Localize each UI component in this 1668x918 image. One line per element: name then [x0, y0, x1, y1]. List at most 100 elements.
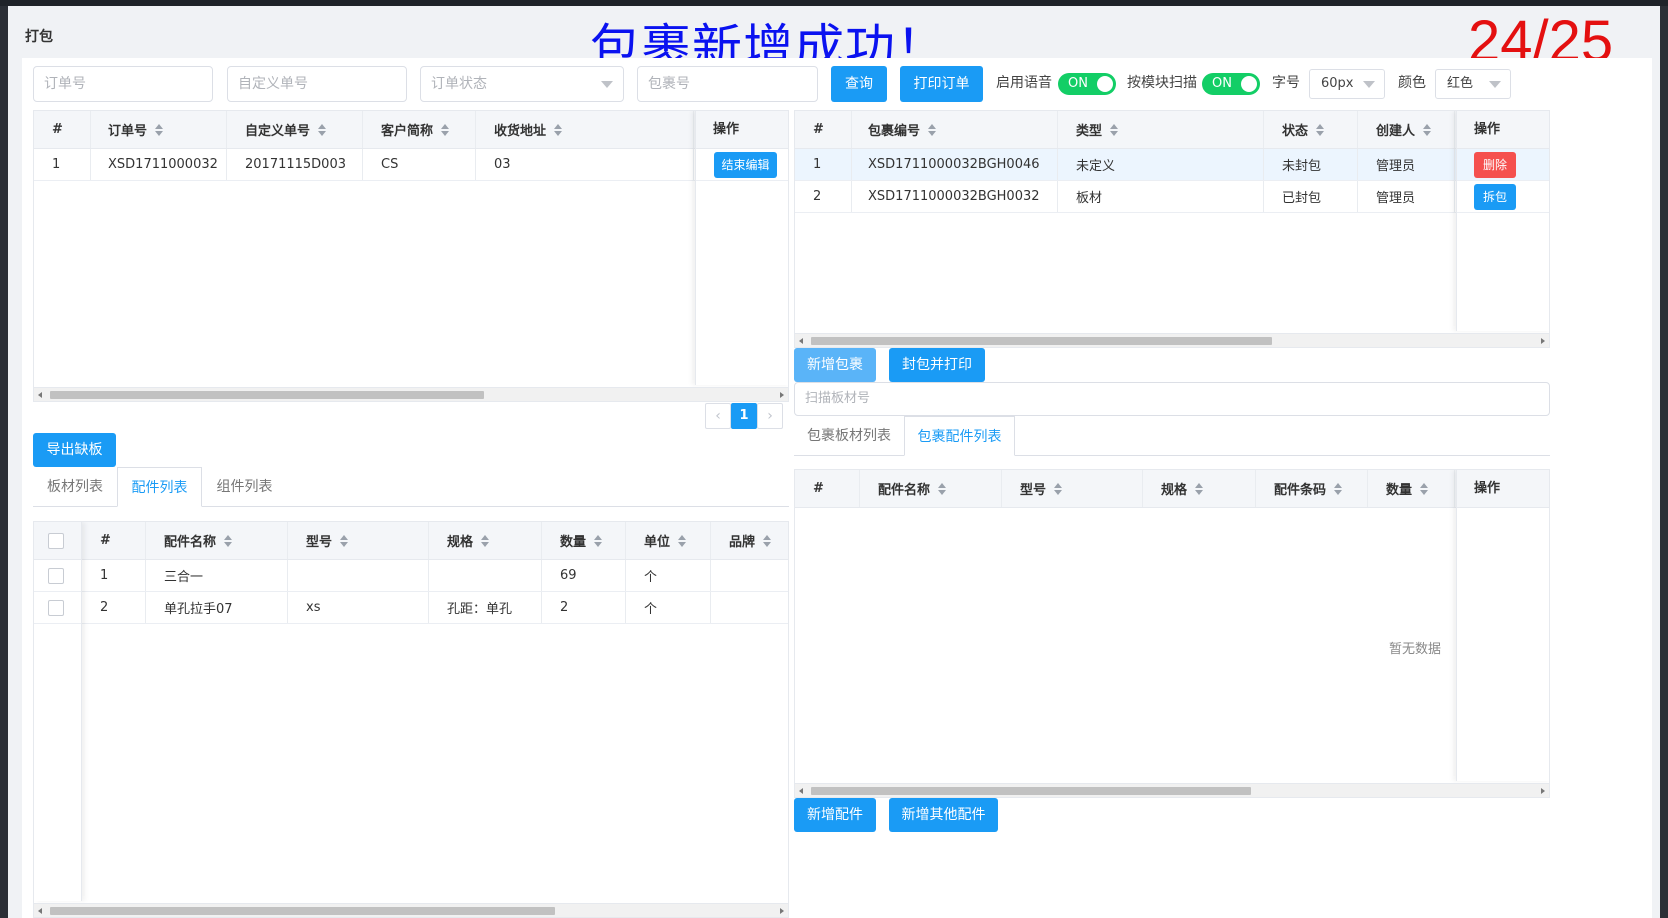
sort-icon[interactable] [928, 123, 937, 136]
scrollbar-thumb[interactable] [50, 907, 555, 915]
scrollbar-thumb[interactable] [811, 337, 1272, 345]
parts-horizontal-scrollbar[interactable] [34, 903, 788, 917]
col-unit[interactable]: 单位 [626, 522, 711, 559]
pager-next-button[interactable]: › [757, 403, 783, 429]
table-row[interactable]: 1 XSD1711000032BGH0046 未定义 未封包 管理员 [795, 149, 1549, 181]
col-index[interactable]: # [795, 470, 860, 507]
sort-icon[interactable] [594, 534, 603, 547]
col-status[interactable]: 状态 [1264, 111, 1358, 148]
cell-spec: 孔距：单孔 [429, 592, 542, 623]
sort-icon[interactable] [481, 534, 490, 547]
table-row[interactable]: 1 三合一 69 个 [34, 560, 788, 592]
orders-horizontal-scrollbar[interactable] [34, 387, 788, 401]
table-row[interactable]: 2 XSD1711000032BGH0032 板材 已封包 管理员 [795, 181, 1549, 213]
module-scan-switch[interactable]: ON [1202, 73, 1260, 95]
sort-icon[interactable] [1316, 123, 1325, 136]
scroll-right-arrow-icon[interactable] [1541, 788, 1545, 794]
sort-icon[interactable] [678, 534, 687, 547]
scroll-left-arrow-icon[interactable] [38, 908, 42, 914]
scroll-left-arrow-icon[interactable] [38, 392, 42, 398]
select-all-checkbox[interactable] [48, 533, 64, 549]
scroll-right-arrow-icon[interactable] [780, 908, 784, 914]
scrollbar-thumb[interactable] [811, 787, 1251, 795]
col-index[interactable]: # [795, 111, 852, 148]
scan-board-input[interactable]: 扫描板材号 [794, 382, 1550, 416]
col-part-name[interactable]: 配件名称 [146, 522, 288, 559]
sort-icon[interactable] [318, 123, 327, 136]
table-row[interactable]: 1 XSD1711000032 20171115D003 CS 03 [34, 149, 788, 181]
add-part-button[interactable]: 新增配件 [794, 798, 876, 832]
tab-package-boards[interactable]: 包裹板材列表 [794, 416, 904, 456]
sort-icon[interactable] [1420, 482, 1429, 495]
col-address[interactable]: 收货地址 [476, 111, 694, 148]
sort-icon[interactable] [441, 123, 450, 136]
font-size-select[interactable]: 60px [1309, 69, 1385, 99]
color-select[interactable]: 红色 [1435, 69, 1511, 99]
scroll-right-arrow-icon[interactable] [780, 392, 784, 398]
export-missing-board-button[interactable]: 导出缺板 [33, 433, 116, 467]
module-scan-label: 按模块扫描 [1127, 75, 1197, 91]
add-package-button[interactable]: 新增包裹 [794, 348, 876, 382]
sort-icon[interactable] [1054, 482, 1063, 495]
cell-qty: 69 [542, 560, 626, 591]
col-model[interactable]: 型号 [288, 522, 429, 559]
table-row[interactable]: 2 单孔拉手07 xs 孔距：单孔 2 个 [34, 592, 788, 624]
voice-switch[interactable]: ON [1058, 73, 1116, 95]
col-spec[interactable]: 规格 [1143, 470, 1256, 507]
select-cell [34, 560, 81, 592]
print-order-button[interactable]: 打印订单 [900, 66, 983, 102]
sort-icon[interactable] [1334, 482, 1343, 495]
sort-icon[interactable] [1423, 123, 1432, 136]
cell-qty: 2 [542, 592, 626, 623]
order-no-input[interactable]: 订单号 [33, 66, 213, 102]
order-status-select[interactable]: 订单状态 [420, 66, 624, 102]
tab-package-parts[interactable]: 包裹配件列表 [904, 416, 1015, 456]
voice-switch-text: ON [1068, 76, 1088, 91]
scroll-right-arrow-icon[interactable] [1541, 338, 1545, 344]
row-checkbox[interactable] [48, 600, 64, 616]
col-index[interactable]: # [82, 522, 146, 559]
col-qty[interactable]: 数量 [1368, 470, 1455, 507]
col-creator[interactable]: 创建人 [1358, 111, 1455, 148]
col-type[interactable]: 类型 [1058, 111, 1264, 148]
query-button[interactable]: 查询 [831, 66, 887, 102]
sort-icon[interactable] [554, 123, 563, 136]
package-parts-horizontal-scrollbar[interactable] [795, 783, 1549, 797]
tab-parts-list[interactable]: 配件列表 [117, 467, 202, 507]
col-index[interactable]: # [34, 111, 91, 148]
scrollbar-thumb[interactable] [50, 391, 484, 399]
seal-and-print-button[interactable]: 封包并打印 [889, 348, 985, 382]
sort-icon[interactable] [340, 534, 349, 547]
packages-horizontal-scrollbar[interactable] [795, 333, 1549, 347]
delete-package-button[interactable]: 删除 [1474, 152, 1516, 178]
col-part-name[interactable]: 配件名称 [860, 470, 1002, 507]
sort-icon[interactable] [763, 534, 772, 547]
pager-prev-button[interactable]: ‹ [705, 403, 731, 429]
col-order-no[interactable]: 订单号 [91, 111, 227, 148]
sort-icon[interactable] [938, 482, 947, 495]
col-spec[interactable]: 规格 [429, 522, 542, 559]
col-part-barcode[interactable]: 配件条码 [1256, 470, 1368, 507]
cell-index: 2 [795, 181, 852, 212]
col-brand[interactable]: 品牌 [711, 522, 788, 559]
package-no-input[interactable]: 包裹号 [637, 66, 818, 102]
tab-component-list[interactable]: 组件列表 [202, 467, 287, 507]
sort-icon[interactable] [224, 534, 233, 547]
scroll-left-arrow-icon[interactable] [799, 338, 803, 344]
col-package-code[interactable]: 包裹编号 [852, 111, 1058, 148]
scroll-left-arrow-icon[interactable] [799, 788, 803, 794]
unpack-button[interactable]: 拆包 [1474, 184, 1516, 210]
sort-icon[interactable] [1195, 482, 1204, 495]
pager-page-1[interactable]: 1 [731, 403, 757, 429]
col-custom-no[interactable]: 自定义单号 [227, 111, 363, 148]
sort-icon[interactable] [155, 123, 164, 136]
col-model[interactable]: 型号 [1002, 470, 1143, 507]
end-edit-button[interactable]: 结束编辑 [714, 152, 777, 178]
tab-board-list[interactable]: 板材列表 [33, 467, 117, 507]
sort-icon[interactable] [1110, 123, 1119, 136]
col-qty[interactable]: 数量 [542, 522, 626, 559]
row-checkbox[interactable] [48, 568, 64, 584]
custom-no-input[interactable]: 自定义单号 [227, 66, 407, 102]
add-other-part-button[interactable]: 新增其他配件 [889, 798, 998, 832]
col-customer[interactable]: 客户简称 [363, 111, 476, 148]
